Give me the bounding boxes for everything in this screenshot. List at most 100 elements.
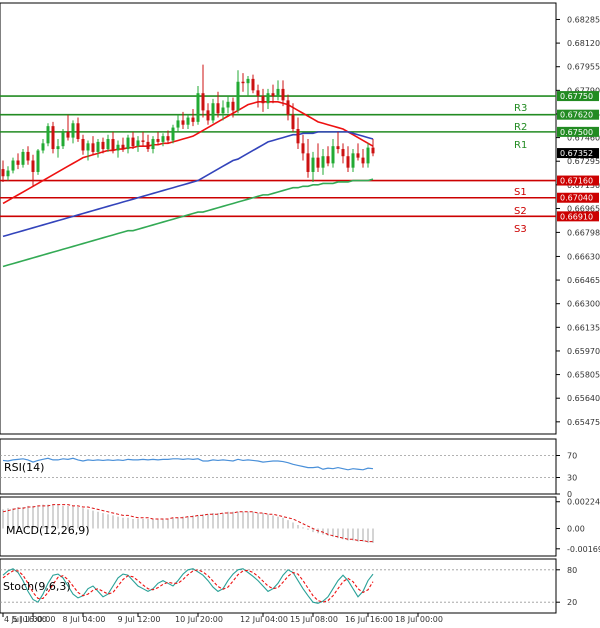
macd-y-tick-label: 0.00 bbox=[567, 525, 585, 534]
price-y-tick-label: 0.67295 bbox=[567, 157, 600, 166]
candle-body bbox=[256, 90, 260, 97]
candle-body bbox=[46, 126, 50, 144]
price-y-tick-label: 0.66630 bbox=[567, 252, 600, 261]
candle-body bbox=[146, 141, 150, 150]
x-axis: 4 Jul 16:005 Jul 00:00 8 Jul 04:00 9 Jul 1… bbox=[2, 613, 443, 624]
candle-body bbox=[201, 93, 205, 111]
candle-body bbox=[246, 78, 250, 84]
price-frame bbox=[0, 2, 557, 435]
candle-body bbox=[36, 150, 40, 172]
candle-body bbox=[161, 136, 165, 142]
r3-label: R3 bbox=[514, 103, 527, 114]
candle-body bbox=[6, 170, 10, 177]
x-tick-label: 5 Jul 00:00 bbox=[13, 615, 56, 624]
candle-body bbox=[176, 120, 180, 128]
candle-body bbox=[111, 139, 115, 151]
candle-body bbox=[181, 120, 185, 125]
candle-body bbox=[41, 143, 45, 151]
candle-body bbox=[131, 137, 135, 147]
x-tick-label: 12 Jul 04:00 bbox=[240, 615, 288, 624]
candle-body bbox=[326, 156, 330, 164]
price-y-tick-label: 0.68285 bbox=[567, 15, 600, 24]
macd-y-tick-label: -0.001697 bbox=[567, 545, 600, 554]
candle-body bbox=[196, 93, 200, 122]
candle-body bbox=[336, 146, 340, 150]
candle-body bbox=[351, 153, 355, 168]
candle-body bbox=[311, 157, 315, 172]
stoch-y-tick-label: 80 bbox=[567, 566, 577, 575]
candle-body bbox=[226, 101, 230, 108]
candle-body bbox=[116, 144, 120, 151]
level-tag-text-s1: 0.67160 bbox=[560, 177, 593, 186]
candle-body bbox=[316, 157, 320, 168]
level-tag-text-s3: 0.66910 bbox=[560, 212, 593, 221]
candle-body bbox=[346, 156, 350, 168]
candle-body bbox=[191, 117, 195, 122]
candle-body bbox=[126, 137, 130, 150]
macd-title: MACD(12,26,9) bbox=[6, 524, 90, 537]
x-tick-label: 18 Jul 00:00 bbox=[395, 615, 443, 624]
candle-body bbox=[51, 126, 55, 150]
candle-body bbox=[241, 81, 245, 84]
candle-body bbox=[286, 100, 290, 115]
candle-body bbox=[281, 88, 285, 101]
candle-body bbox=[356, 153, 360, 158]
level-tag-text-r2: 0.67620 bbox=[560, 111, 593, 120]
candle-body bbox=[211, 103, 215, 121]
candle-body bbox=[56, 146, 60, 150]
candle-body bbox=[66, 131, 70, 138]
price-y-tick-label: 0.66135 bbox=[567, 323, 600, 332]
candle-body bbox=[371, 147, 375, 154]
rsi-y-tick-label: 30 bbox=[567, 474, 577, 483]
candle-body bbox=[71, 123, 75, 138]
candle-body bbox=[206, 110, 210, 121]
price-y-tick-label: 0.68120 bbox=[567, 39, 600, 48]
rsi-frame bbox=[0, 438, 557, 495]
stoch-y-tick-label: 20 bbox=[567, 598, 577, 607]
candle-body bbox=[156, 139, 160, 142]
price-y-tick-label: 0.67955 bbox=[567, 63, 600, 72]
candle-body bbox=[136, 140, 140, 147]
candle-body bbox=[151, 139, 155, 150]
x-tick-label: 16 Jul 16:00 bbox=[345, 615, 393, 624]
candle-body bbox=[301, 143, 305, 154]
candle-body bbox=[216, 103, 220, 114]
stoch-title: Stoch(9,6,3) bbox=[3, 580, 71, 593]
s3-label: S3 bbox=[514, 224, 527, 235]
level-tag-text-r1: 0.67500 bbox=[560, 128, 593, 137]
rsi-y-tick-label: 70 bbox=[567, 452, 577, 461]
candle-body bbox=[236, 81, 240, 111]
candle-body bbox=[331, 146, 335, 164]
rsi-title: RSI(14) bbox=[4, 461, 44, 474]
candle-body bbox=[121, 144, 125, 150]
candle-body bbox=[261, 96, 265, 104]
price-y-tick-label: 0.65970 bbox=[567, 347, 600, 356]
candle-body bbox=[276, 88, 280, 97]
candle-body bbox=[86, 143, 90, 151]
trading-chart: 0.682850.681200.679550.677900.676250.674… bbox=[0, 2, 600, 624]
x-tick-label: 10 Jul 20:00 bbox=[175, 615, 223, 624]
candle-body bbox=[291, 114, 295, 130]
candle-body bbox=[91, 143, 95, 152]
s2-label: S2 bbox=[514, 206, 527, 217]
price-y-tick-label: 0.66465 bbox=[567, 276, 600, 285]
candle-body bbox=[21, 151, 25, 165]
candle-body bbox=[266, 93, 270, 104]
r2-label: R2 bbox=[514, 122, 527, 133]
x-tick-label: 8 Jul 04:00 bbox=[63, 615, 106, 624]
x-tick-label: 9 Jul 12:00 bbox=[118, 615, 161, 624]
x-tick-label: 15 Jul 08:00 bbox=[290, 615, 338, 624]
candle-body bbox=[166, 136, 170, 141]
candle-body bbox=[96, 141, 100, 152]
candle-body bbox=[26, 151, 30, 161]
level-tag-text-s2: 0.67040 bbox=[560, 194, 593, 203]
price-y-tick-label: 0.66798 bbox=[567, 228, 600, 237]
candle-body bbox=[1, 169, 5, 177]
candle-body bbox=[271, 93, 275, 97]
candle-body bbox=[186, 117, 190, 125]
candle-body bbox=[361, 157, 365, 164]
candle-body bbox=[16, 160, 20, 165]
candle-body bbox=[11, 160, 15, 171]
price-y-tick-label: 0.65805 bbox=[567, 371, 600, 380]
candle-body bbox=[221, 107, 225, 114]
